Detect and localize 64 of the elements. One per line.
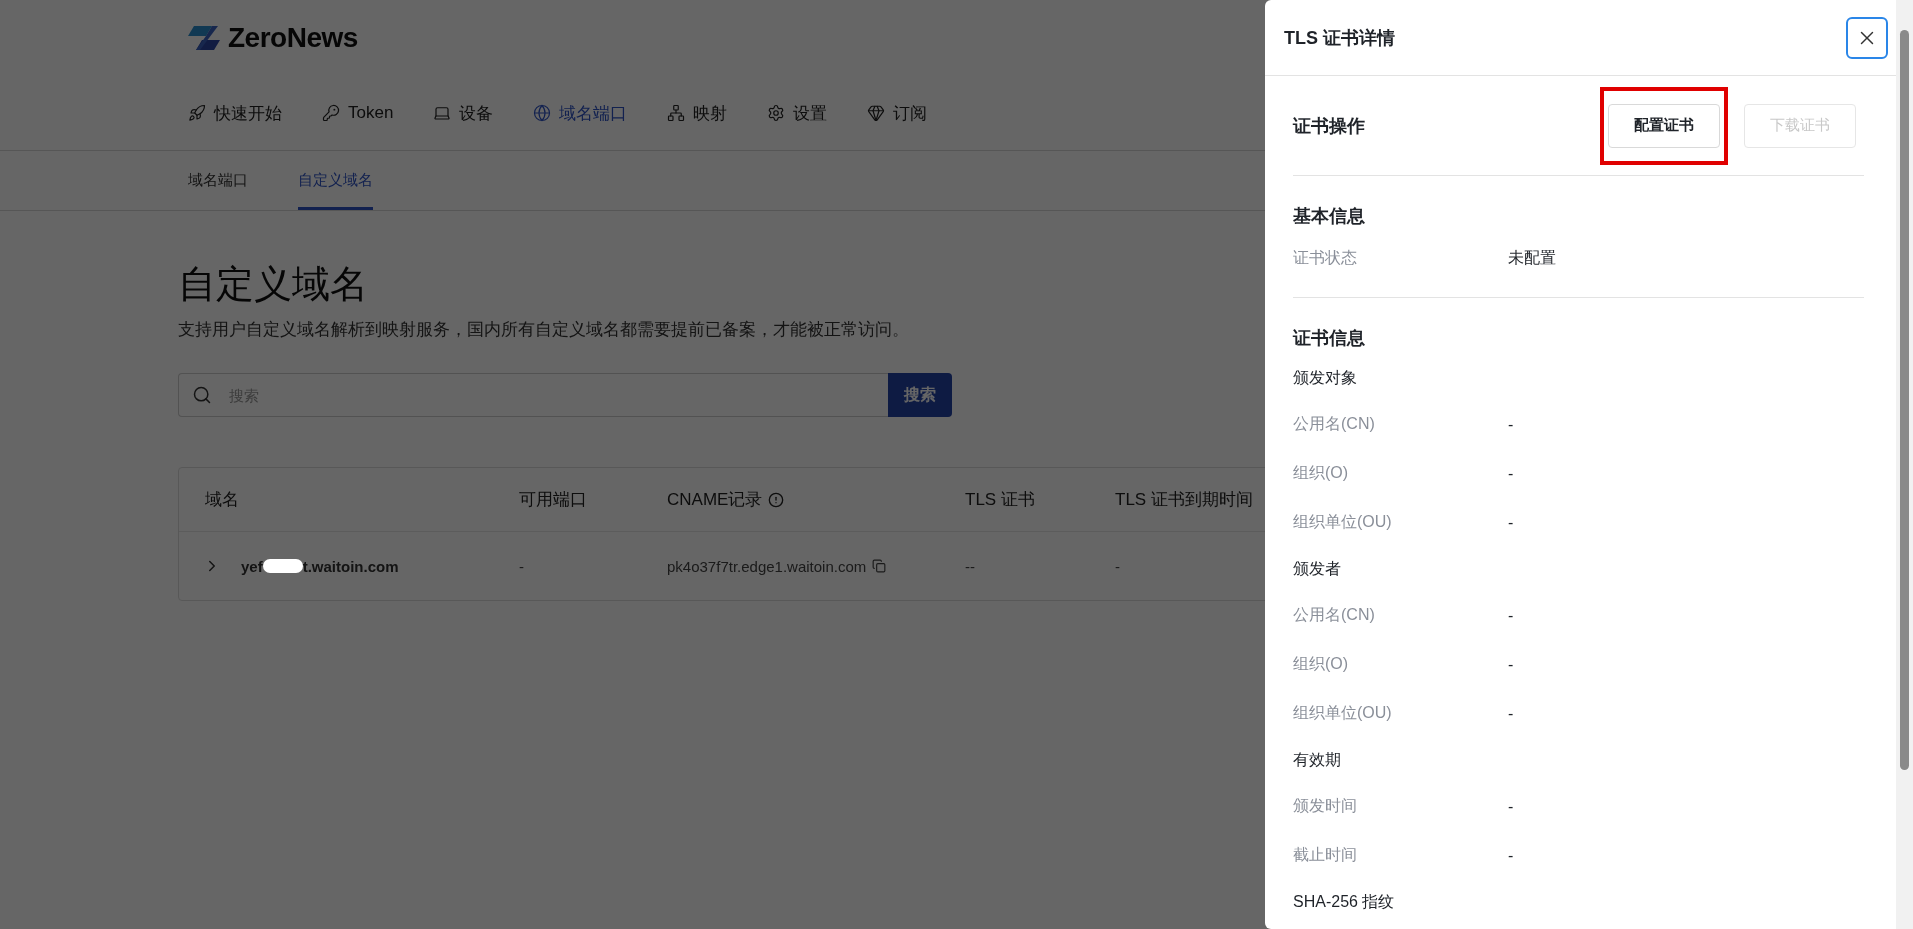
table-cell: - bbox=[519, 557, 524, 575]
group-heading: 有效期 bbox=[1293, 749, 1342, 770]
scrollbar[interactable] bbox=[1896, 0, 1913, 929]
gem-icon bbox=[867, 104, 886, 122]
page-description: 支持用户自定义域名解析到映射服务，国内所有自定义域名都需要提前已备案，才能被正常访问。 bbox=[178, 319, 909, 341]
nav-item[interactable]: 设备 bbox=[433, 101, 494, 125]
column-header: CNAME记录 bbox=[667, 489, 763, 511]
search-icon bbox=[192, 385, 212, 405]
rocket-icon bbox=[188, 104, 206, 122]
section-title: 基本信息 bbox=[1293, 205, 1366, 228]
sub-tab[interactable]: 自定义域名 bbox=[298, 151, 373, 210]
search-button[interactable]: 搜索 bbox=[888, 373, 952, 417]
group-heading: SHA-256 指纹 bbox=[1293, 891, 1396, 912]
settings-icon bbox=[767, 104, 786, 122]
section-title: 证书信息 bbox=[1293, 327, 1366, 350]
nav-item[interactable]: Token bbox=[322, 103, 394, 123]
field-label: 证书状态 bbox=[1293, 248, 1358, 268]
key-icon bbox=[322, 104, 340, 122]
column-header: 可用端口 bbox=[519, 489, 587, 511]
scrollbar-thumb[interactable] bbox=[1900, 30, 1909, 770]
field-value: - bbox=[1508, 704, 1514, 723]
nav-item[interactable]: 设置 bbox=[767, 101, 828, 125]
logo-icon bbox=[188, 24, 222, 52]
nav-item[interactable]: 订阅 bbox=[867, 101, 928, 125]
nav-item[interactable]: 快速开始 bbox=[188, 101, 282, 125]
field-label: 公用名(CN) bbox=[1293, 605, 1376, 625]
table-cell: -- bbox=[965, 557, 975, 575]
field-label: 组织单位(OU) bbox=[1293, 512, 1393, 532]
action-button[interactable]: 配置证书 bbox=[1608, 103, 1720, 148]
field-value: 未配置 bbox=[1508, 248, 1556, 268]
table-cell: pk4o37f7tr.edge1.waitoin.com bbox=[667, 557, 867, 575]
field-value: - bbox=[1508, 513, 1514, 532]
field-label: 组织(O) bbox=[1293, 654, 1350, 674]
close-button[interactable] bbox=[1846, 16, 1888, 59]
column-header: 域名 bbox=[205, 489, 239, 511]
nav-item[interactable]: 映射 bbox=[667, 101, 728, 125]
logo-text: ZeroNews bbox=[228, 22, 358, 54]
sub-tab[interactable]: 域名端口 bbox=[188, 151, 248, 210]
domain-text: yef bbox=[241, 557, 263, 575]
column-header: TLS 证书到期时间 bbox=[1115, 489, 1253, 511]
section-title: 证书操作 bbox=[1293, 114, 1365, 138]
column-header: TLS 证书 bbox=[965, 489, 1035, 511]
page-title: 自定义域名 bbox=[178, 262, 369, 307]
globe-icon bbox=[533, 104, 552, 122]
group-heading: 颁发者 bbox=[1293, 558, 1342, 579]
field-value: - bbox=[1508, 415, 1514, 434]
nodes-icon bbox=[667, 104, 686, 122]
field-label: 截止时间 bbox=[1293, 845, 1358, 865]
copy-icon[interactable] bbox=[872, 559, 887, 573]
field-value: - bbox=[1508, 846, 1514, 865]
field-label: 公用名(CN) bbox=[1293, 414, 1376, 434]
nav-item[interactable]: 域名端口 bbox=[533, 101, 628, 125]
field-value: - bbox=[1508, 606, 1514, 625]
field-value: - bbox=[1508, 655, 1514, 674]
field-label: 组织单位(OU) bbox=[1293, 703, 1393, 723]
laptop-icon bbox=[433, 104, 452, 122]
domain-text: t.waitoin.com bbox=[302, 557, 399, 575]
group-heading: 颁发对象 bbox=[1293, 367, 1358, 388]
field-label: 颁发时间 bbox=[1293, 796, 1358, 816]
table-cell: - bbox=[1115, 557, 1120, 575]
field-label: 组织(O) bbox=[1293, 463, 1350, 483]
drawer-title: TLS 证书详情 bbox=[1284, 26, 1395, 50]
field-value: - bbox=[1508, 797, 1514, 816]
field-value: - bbox=[1508, 464, 1514, 483]
